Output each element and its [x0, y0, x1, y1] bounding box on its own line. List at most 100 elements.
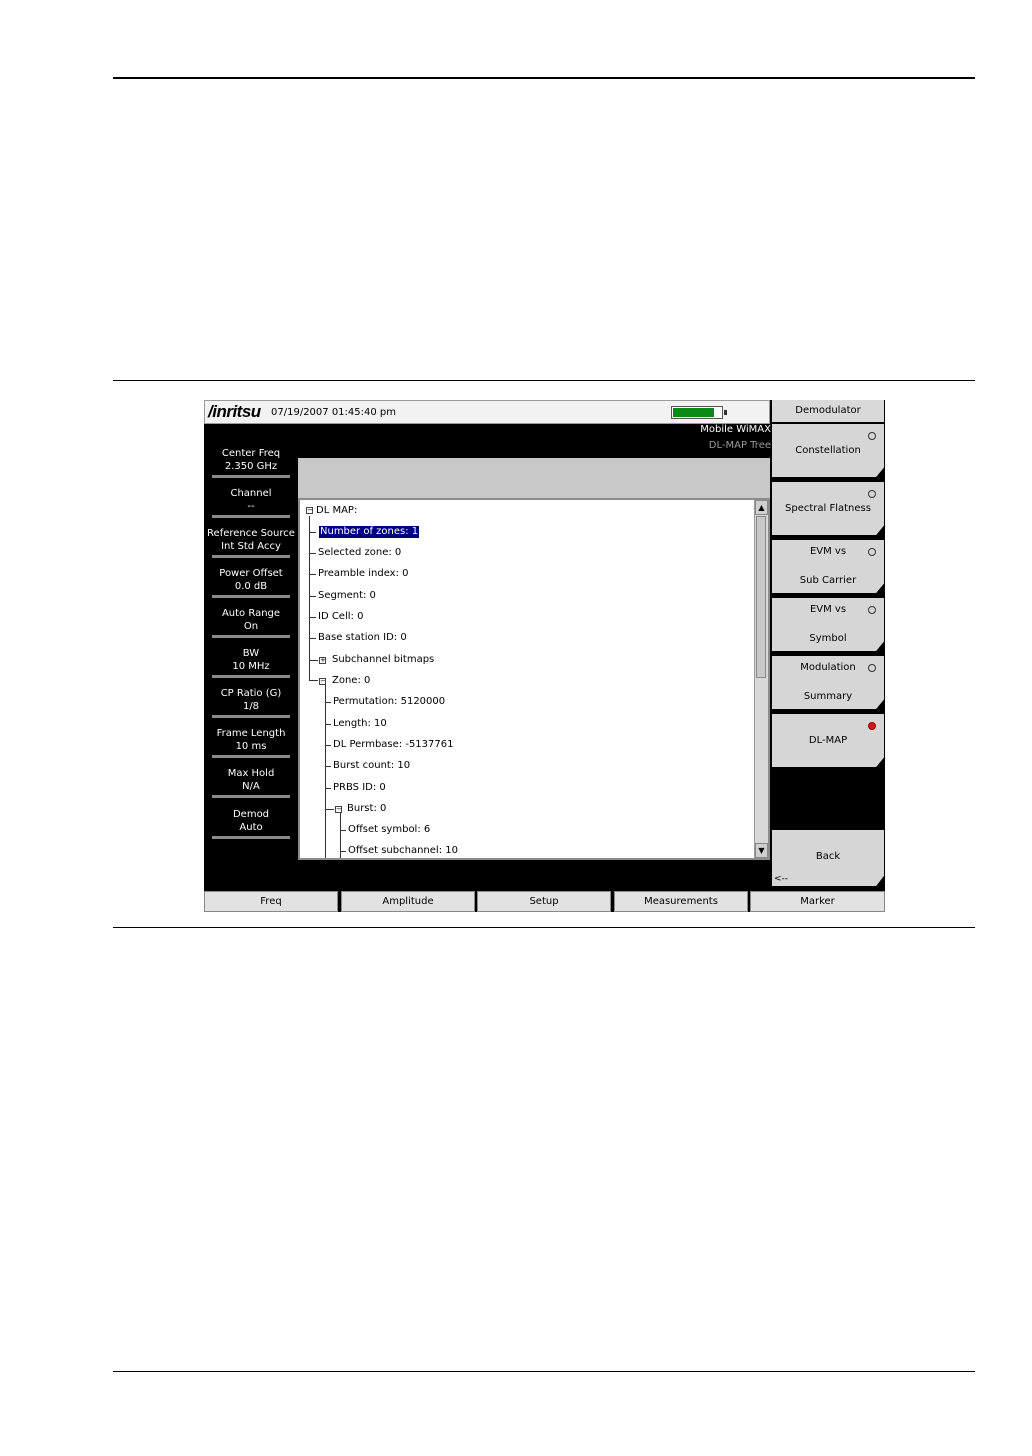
scroll-down-icon[interactable]: ▼: [755, 843, 768, 858]
param-value: 2.350 GHz: [224, 461, 278, 472]
param-divider: [212, 795, 290, 798]
tree-branch: [340, 851, 346, 852]
param-divider: [212, 715, 290, 718]
param-label: Frame Length: [216, 728, 286, 739]
softkey-label: EVM vs: [809, 546, 847, 557]
softkey-spectral-flatness[interactable]: Spectral Flatness: [772, 482, 884, 535]
softkey-label: DL-MAP: [808, 735, 848, 746]
tree-line: [325, 685, 326, 858]
tree-branch: [309, 617, 316, 618]
tree-node-permutation[interactable]: Permutation: 5120000: [333, 696, 445, 708]
param-value: 1/8: [242, 701, 260, 712]
param-bw: BW 10 MHz: [204, 647, 298, 678]
softkey-label: Constellation: [795, 445, 861, 456]
tree-node-length[interactable]: Length: 10: [333, 718, 387, 730]
softkey-label: Modulation: [800, 662, 856, 673]
softkey-evm-vs-symbol[interactable]: EVM vs Symbol: [772, 598, 884, 651]
tree-node-selected-zone[interactable]: Selected zone: 0: [318, 547, 401, 559]
tree-node-number-of-zones[interactable]: Number of zones: 1: [317, 525, 421, 539]
expand-icon[interactable]: +: [319, 657, 326, 664]
softkey-evm-vs-sub-carrier[interactable]: EVM vs Sub Carrier: [772, 540, 884, 593]
param-cp-ratio: CP Ratio (G) 1/8: [204, 687, 298, 718]
mode-subtitle: DL-MAP Tree: [708, 440, 771, 451]
tree-node-burst-count[interactable]: Burst count: 10: [333, 760, 410, 772]
back-arrow-icon: <--: [774, 874, 789, 884]
radio-selected-icon: [868, 722, 876, 730]
softkey-label: Spectral Flatness: [785, 503, 871, 514]
figure-bottom-rule: [113, 927, 975, 928]
bottom-menu-setup[interactable]: Setup: [477, 891, 611, 912]
tree-node-id-cell[interactable]: ID Cell: 0: [318, 611, 363, 623]
param-reference-source: Reference Source Int Std Accy: [204, 527, 298, 558]
softkey-label-2: Symbol: [809, 633, 847, 644]
tree-node-prbs-id[interactable]: PRBS ID: 0: [333, 782, 386, 794]
collapse-icon[interactable]: −: [319, 678, 326, 685]
tree-node-offset-subchannel[interactable]: Offset subchannel: 10: [348, 845, 458, 857]
instrument-screen: /inritsu 07/19/2007 01:45:40 pm Mobile W…: [204, 400, 885, 912]
bottom-menu-freq[interactable]: Freq: [204, 891, 338, 912]
param-divider: [212, 755, 290, 758]
param-divider: [212, 836, 290, 839]
scroll-thumb[interactable]: [756, 516, 766, 678]
radio-icon: [868, 490, 876, 498]
tree-scrollbar[interactable]: ▲ ▼: [754, 500, 768, 858]
softkey-label-2: Sub Carrier: [799, 575, 857, 586]
param-label: CP Ratio (G): [220, 688, 282, 699]
radio-icon: [868, 432, 876, 440]
bottom-menu-amplitude[interactable]: Amplitude: [341, 891, 475, 912]
tree-node-base-station-id[interactable]: Base station ID: 0: [318, 632, 407, 644]
param-channel: Channel --: [204, 487, 298, 518]
tree-branch: [325, 809, 334, 810]
softkey-dl-map[interactable]: DL-MAP: [772, 714, 884, 767]
param-divider: [212, 675, 290, 678]
tree-branch: [325, 766, 331, 767]
param-label: Demod: [232, 809, 270, 820]
tree-node-preamble-index[interactable]: Preamble index: 0: [318, 568, 409, 580]
menu-title: Demodulator: [772, 400, 884, 422]
tree-node-dl-map[interactable]: DL MAP:: [316, 505, 357, 517]
param-value: --: [247, 501, 255, 512]
param-label: Center Freq: [221, 448, 281, 459]
status-bar: /inritsu 07/19/2007 01:45:40 pm: [204, 400, 770, 424]
param-demod: Demod Auto: [204, 808, 298, 839]
param-value: 10 ms: [235, 741, 267, 752]
battery-fill: [673, 408, 714, 417]
param-auto-range: Auto Range On: [204, 607, 298, 638]
param-label: Channel: [230, 488, 272, 499]
dl-map-tree[interactable]: − + − − DL MAP: Number of zones: 1 Selec…: [298, 498, 770, 860]
softkey-modulation-summary[interactable]: Modulation Summary: [772, 656, 884, 709]
tree-line: [309, 680, 318, 681]
param-value: On: [243, 621, 259, 632]
param-label: BW: [242, 648, 260, 659]
param-label: Power Offset: [219, 568, 283, 579]
tree-node-dl-permbase[interactable]: DL Permbase: -5137761: [333, 739, 453, 751]
tree-node-burst[interactable]: Burst: 0: [347, 803, 386, 815]
softkey-back[interactable]: Back <--: [772, 830, 884, 886]
tree-branch: [309, 574, 316, 575]
tree-node-segment[interactable]: Segment: 0: [318, 590, 376, 602]
param-max-hold: Max Hold N/A: [204, 767, 298, 798]
param-power-offset: Power Offset 0.0 dB: [204, 567, 298, 598]
display-header-area: [298, 458, 770, 498]
tree-branch: [325, 745, 331, 746]
tree-branch: [309, 596, 316, 597]
tree-node-offset-symbol[interactable]: Offset symbol: 6: [348, 824, 430, 836]
tree-node-subchannel-bitmaps[interactable]: Subchannel bitmaps: [332, 654, 434, 666]
collapse-icon[interactable]: −: [335, 806, 342, 813]
param-divider: [212, 555, 290, 558]
param-divider: [212, 515, 290, 518]
bottom-menu-marker[interactable]: Marker: [750, 891, 885, 912]
param-divider: [212, 595, 290, 598]
param-value: Auto: [239, 822, 263, 833]
softkey-constellation[interactable]: Constellation: [772, 424, 884, 477]
param-value: Int Std Accy: [221, 541, 281, 552]
header-rule: [113, 77, 975, 79]
tree-line: [340, 813, 341, 858]
scroll-up-icon[interactable]: ▲: [755, 500, 768, 515]
bottom-menu-measurements[interactable]: Measurements: [614, 891, 748, 912]
collapse-icon[interactable]: −: [306, 507, 313, 514]
param-label: Max Hold: [227, 768, 275, 779]
param-frame-length: Frame Length 10 ms: [204, 727, 298, 758]
tree-node-zone[interactable]: Zone: 0: [332, 675, 370, 687]
tree-branch: [325, 702, 331, 703]
